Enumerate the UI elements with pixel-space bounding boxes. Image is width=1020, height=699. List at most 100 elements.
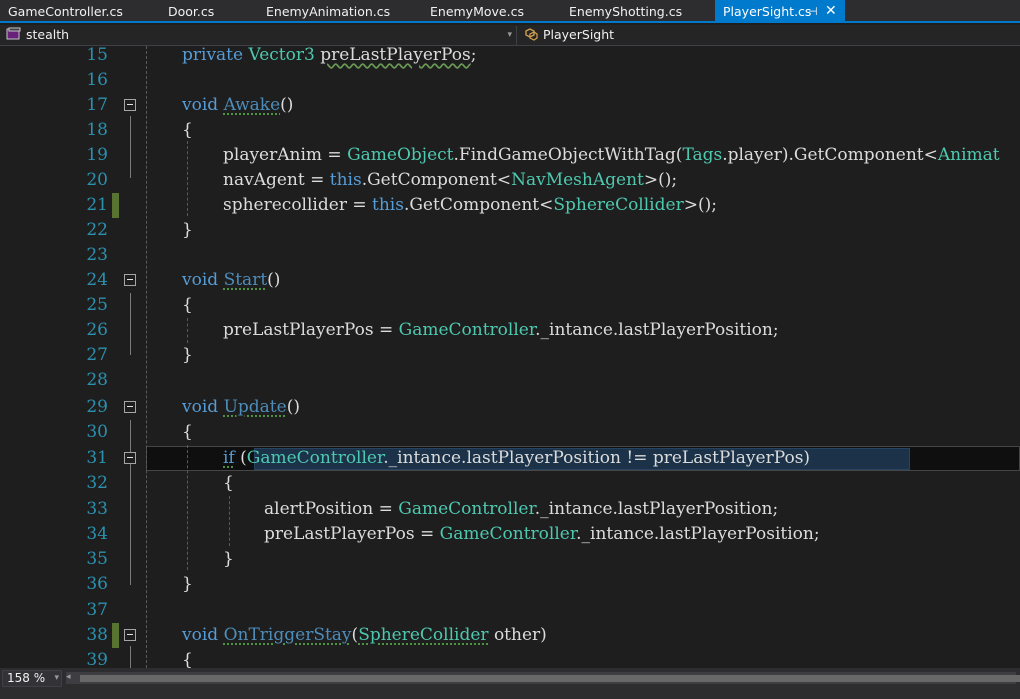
tab-label: EnemyShotting.cs [569,4,683,19]
code-text[interactable]: if (GameController._intance.lastPlayerPo… [223,446,810,471]
line-number: 16 [86,70,108,90]
line-number: 24 [86,270,108,290]
code-fragment: ._intance.lastPlayerPosition; [576,524,820,544]
class-icon [525,28,538,41]
collapse-minus-icon[interactable] [124,99,136,111]
line-number: 20 [86,170,108,190]
code-fragment: preLastPlayerPos = [223,320,399,340]
member-dropdown[interactable]: PlayerSight [519,26,1020,45]
code-fragment: preLastPlayerPos = [264,524,440,544]
code-fragment: .GetComponent< [361,170,512,190]
scrollbar-thumb[interactable] [80,675,1020,682]
code-fragment: ( [234,448,247,468]
code-text[interactable]: preLastPlayerPos = GameController._intan… [223,318,779,343]
code-line: 24 void Start() [0,268,1020,293]
tab-enemymove[interactable]: EnemyMove.cs [422,0,560,23]
line-number: 29 [86,397,108,417]
line-number: 31 [86,448,108,468]
type-name: Tags [682,145,723,165]
change-marker [112,623,119,648]
code-text[interactable]: { [223,471,234,496]
code-line: 35 } [0,547,1020,572]
code-text[interactable]: } [182,343,193,368]
code-text[interactable]: } [223,547,234,572]
tab-enemyshotting[interactable]: EnemyShotting.cs [561,0,715,23]
code-line: 34 preLastPlayerPos = GameController._in… [0,522,1020,547]
code-fragment: playerAnim = [223,145,348,165]
code-line: 19 playerAnim = GameObject.FindGameObjec… [0,143,1020,168]
member-name: PlayerSight [542,27,615,42]
code-line: 23 [0,243,1020,268]
line-number: 22 [86,220,108,240]
collapse-minus-icon[interactable] [124,401,136,413]
method-name: OnTriggerStay [223,625,352,645]
code-text[interactable]: } [182,572,193,597]
code-editor[interactable]: 15 private Vector3 preLastPlayerPos; 16 … [0,46,1020,668]
code-text[interactable]: { [182,293,193,318]
code-fragment: >(); [643,170,678,190]
line-number: 18 [86,120,108,140]
code-line: 25 { [0,293,1020,318]
code-line: 17 void Awake() [0,93,1020,118]
line-number: 15 [86,46,108,65]
tab-label: EnemyAnimation.cs [266,4,391,19]
code-line: 38 void OnTriggerStay(SphereCollider oth… [0,623,1020,648]
line-number: 33 [86,499,108,519]
line-number: 39 [86,650,108,668]
code-text[interactable]: void OnTriggerStay(SphereCollider other) [182,623,547,648]
line-number: 38 [86,625,108,645]
type-name: SphereCollider [358,625,489,645]
tab-door[interactable]: Door.cs [160,0,258,23]
code-text[interactable]: private Vector3 preLastPlayerPos; [182,46,477,68]
code-line-current: 31 if (GameController._intance.lastPlaye… [0,446,1020,471]
code-text[interactable]: { [182,420,193,445]
code-line: 20 navAgent = this.GetComponent<NavMeshA… [0,168,1020,193]
type-name: Vector3 [248,46,315,65]
collapse-minus-icon[interactable] [124,629,136,641]
tab-label: GameController.cs [8,4,123,19]
code-text[interactable]: alertPosition = GameController._intance.… [264,497,778,522]
method-name: Start [223,270,268,290]
zoom-dropdown[interactable]: 158 % ▾ [2,670,62,687]
tab-enemyanimation[interactable]: EnemyAnimation.cs [258,0,420,23]
collapse-minus-icon[interactable] [124,274,136,286]
project-name: stealth [25,27,70,42]
code-text[interactable]: void Start() [182,268,280,293]
line-number: 19 [86,145,108,165]
window-footer [0,688,1020,699]
keyword: void [182,270,219,290]
code-text[interactable]: } [182,218,193,243]
pin-icon[interactable]: ⊣ [808,0,818,23]
change-marker [112,193,119,218]
code-text[interactable]: preLastPlayerPos = GameController._intan… [264,522,820,547]
code-text[interactable]: { [182,118,193,143]
tab-playersight[interactable]: PlayerSight.cs ⊣ ✕ [715,0,845,23]
collapse-minus-icon[interactable] [124,452,136,464]
type-name: Animat [937,145,1000,165]
close-icon[interactable]: ✕ [825,0,837,23]
code-line: 16 [0,68,1020,93]
navigation-bar: stealth ▾ PlayerSight [0,25,1020,46]
code-text[interactable]: spherecollider = this.GetComponent<Spher… [223,193,717,218]
code-text[interactable]: void Update() [182,395,300,420]
tab-gamecontroller[interactable]: GameController.cs [0,0,160,23]
code-text[interactable]: navAgent = this.GetComponent<NavMeshAgen… [223,168,677,193]
code-fragment: ._intance.lastPlayerPosition != preLastP… [383,448,811,468]
project-dropdown[interactable]: stealth ▾ [2,26,517,45]
code-fragment: other) [488,625,547,645]
document-tab-bar: GameController.cs Door.cs EnemyAnimation… [0,0,1020,23]
type-name: GameController [439,524,577,544]
scroll-left-arrow-icon[interactable]: ◂ [66,672,71,682]
method-name: Awake [223,95,281,115]
keyword: if [223,448,235,468]
keyword: void [182,397,219,417]
chevron-down-icon: ▾ [507,30,512,40]
line-number: 23 [86,245,108,265]
type-name: GameController [246,448,384,468]
code-fragment: .FindGameObjectWithTag( [453,145,683,165]
code-text[interactable]: { [182,648,193,668]
code-fragment: .GetComponent< [403,195,554,215]
type-name: GameController [398,499,535,519]
code-text[interactable]: void Awake() [182,93,293,118]
code-text[interactable]: playerAnim = GameObject.FindGameObjectWi… [223,143,1000,168]
